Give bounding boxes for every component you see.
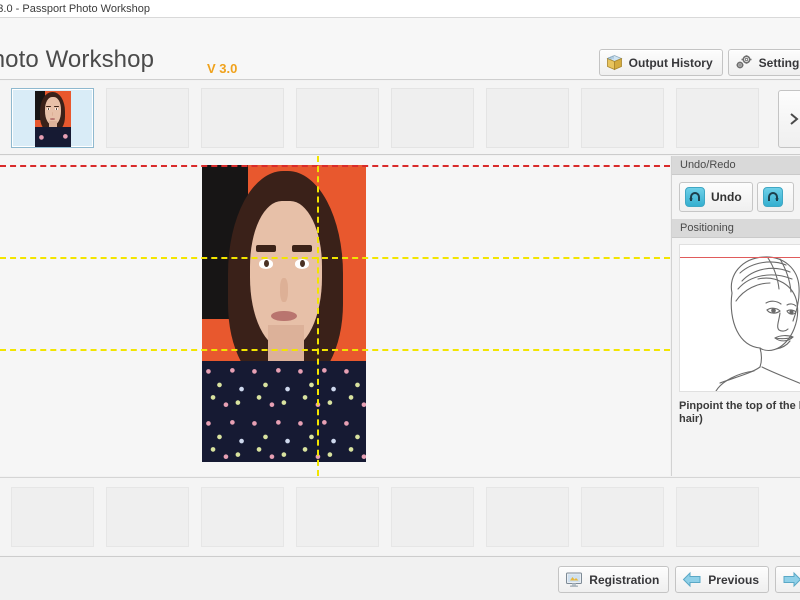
registration-label: Registration [589, 572, 660, 587]
guide-line-top-of-head [0, 165, 670, 167]
output-history-button[interactable]: Output History [598, 49, 723, 76]
undo-arrow-icon [685, 187, 705, 207]
photo-thumbnail-strip[interactable] [0, 81, 800, 155]
thumbnail-slot-1[interactable] [11, 87, 94, 148]
monitor-icon [565, 571, 583, 588]
output-slot-2[interactable] [106, 486, 189, 547]
output-slot-5[interactable] [391, 486, 474, 547]
app-window: shop V 3.0 - Passport Photo Workshop rt … [0, 0, 800, 600]
gears-icon [735, 54, 753, 71]
thumbnail-slot-7[interactable] [581, 87, 664, 148]
guide-line-center [317, 156, 319, 476]
archive-box-icon [606, 54, 623, 71]
registration-button[interactable]: Registration [558, 566, 670, 593]
thumbnail-slot-5[interactable] [391, 87, 474, 148]
thumbnail-slot-2[interactable] [106, 87, 189, 148]
title-bar: shop V 3.0 - Passport Photo Workshop [0, 0, 800, 18]
output-slot-6[interactable] [486, 486, 569, 547]
tools-side-panel: Undo/Redo Undo Positioning Pinpoint the … [671, 156, 800, 476]
thumbnail-photo [34, 90, 71, 147]
thumbnail-slot-6[interactable] [486, 87, 569, 148]
diagram-top-of-head-line [680, 257, 800, 258]
guide-line-chin [0, 349, 670, 351]
thumbnail-photo-image [34, 90, 71, 147]
output-thumbnail-strip[interactable] [0, 477, 800, 555]
redo-arrow-icon [762, 187, 783, 207]
previous-label: Previous [708, 572, 759, 587]
footer-bar: Registration Previous [0, 556, 800, 600]
header-toolbar: Output History Setting [598, 49, 800, 76]
chevron-right-icon [789, 113, 800, 125]
output-slot-7[interactable] [581, 486, 664, 547]
footer-button-group: Registration Previous [558, 566, 800, 593]
thumbnail-slot-3[interactable] [201, 87, 284, 148]
output-slot-8[interactable] [676, 486, 759, 547]
undo-label: Undo [711, 190, 742, 204]
output-slot-3[interactable] [201, 486, 284, 547]
guide-line-eyes [0, 257, 670, 259]
undo-redo-section-header: Undo/Redo [672, 156, 800, 175]
output-slot-1[interactable] [11, 486, 94, 547]
arrow-right-icon [782, 571, 800, 588]
settings-label: Settings [758, 55, 800, 70]
window-title: shop V 3.0 - Passport Photo Workshop [0, 2, 150, 15]
redo-button[interactable] [756, 182, 794, 212]
arrow-left-icon [682, 571, 702, 588]
positioning-section-header: Positioning [672, 219, 800, 238]
app-header: rt Photo Workshop V 3.0 Output History [0, 18, 800, 80]
undo-button[interactable]: Undo [679, 182, 753, 212]
head-outline-sketch-icon [680, 245, 800, 391]
app-version-label: V 3.0 [207, 61, 238, 76]
output-history-label: Output History [628, 55, 713, 70]
previous-button[interactable]: Previous [675, 566, 769, 593]
app-brand-title: rt Photo Workshop [0, 46, 155, 73]
next-button-partial[interactable] [775, 566, 800, 593]
photo-edit-canvas[interactable] [0, 156, 670, 476]
main-photo[interactable] [202, 165, 366, 462]
output-slot-4[interactable] [296, 486, 379, 547]
undo-redo-button-row: Undo [672, 175, 800, 219]
positioning-diagram [679, 244, 800, 392]
settings-button[interactable]: Settings [727, 49, 800, 76]
thumbnail-scroll-next-button[interactable] [778, 90, 800, 148]
positioning-hint-text: Pinpoint the top of the he hair) [679, 400, 800, 425]
thumbnail-slot-8[interactable] [676, 87, 759, 148]
thumbnail-slot-4[interactable] [296, 87, 379, 148]
